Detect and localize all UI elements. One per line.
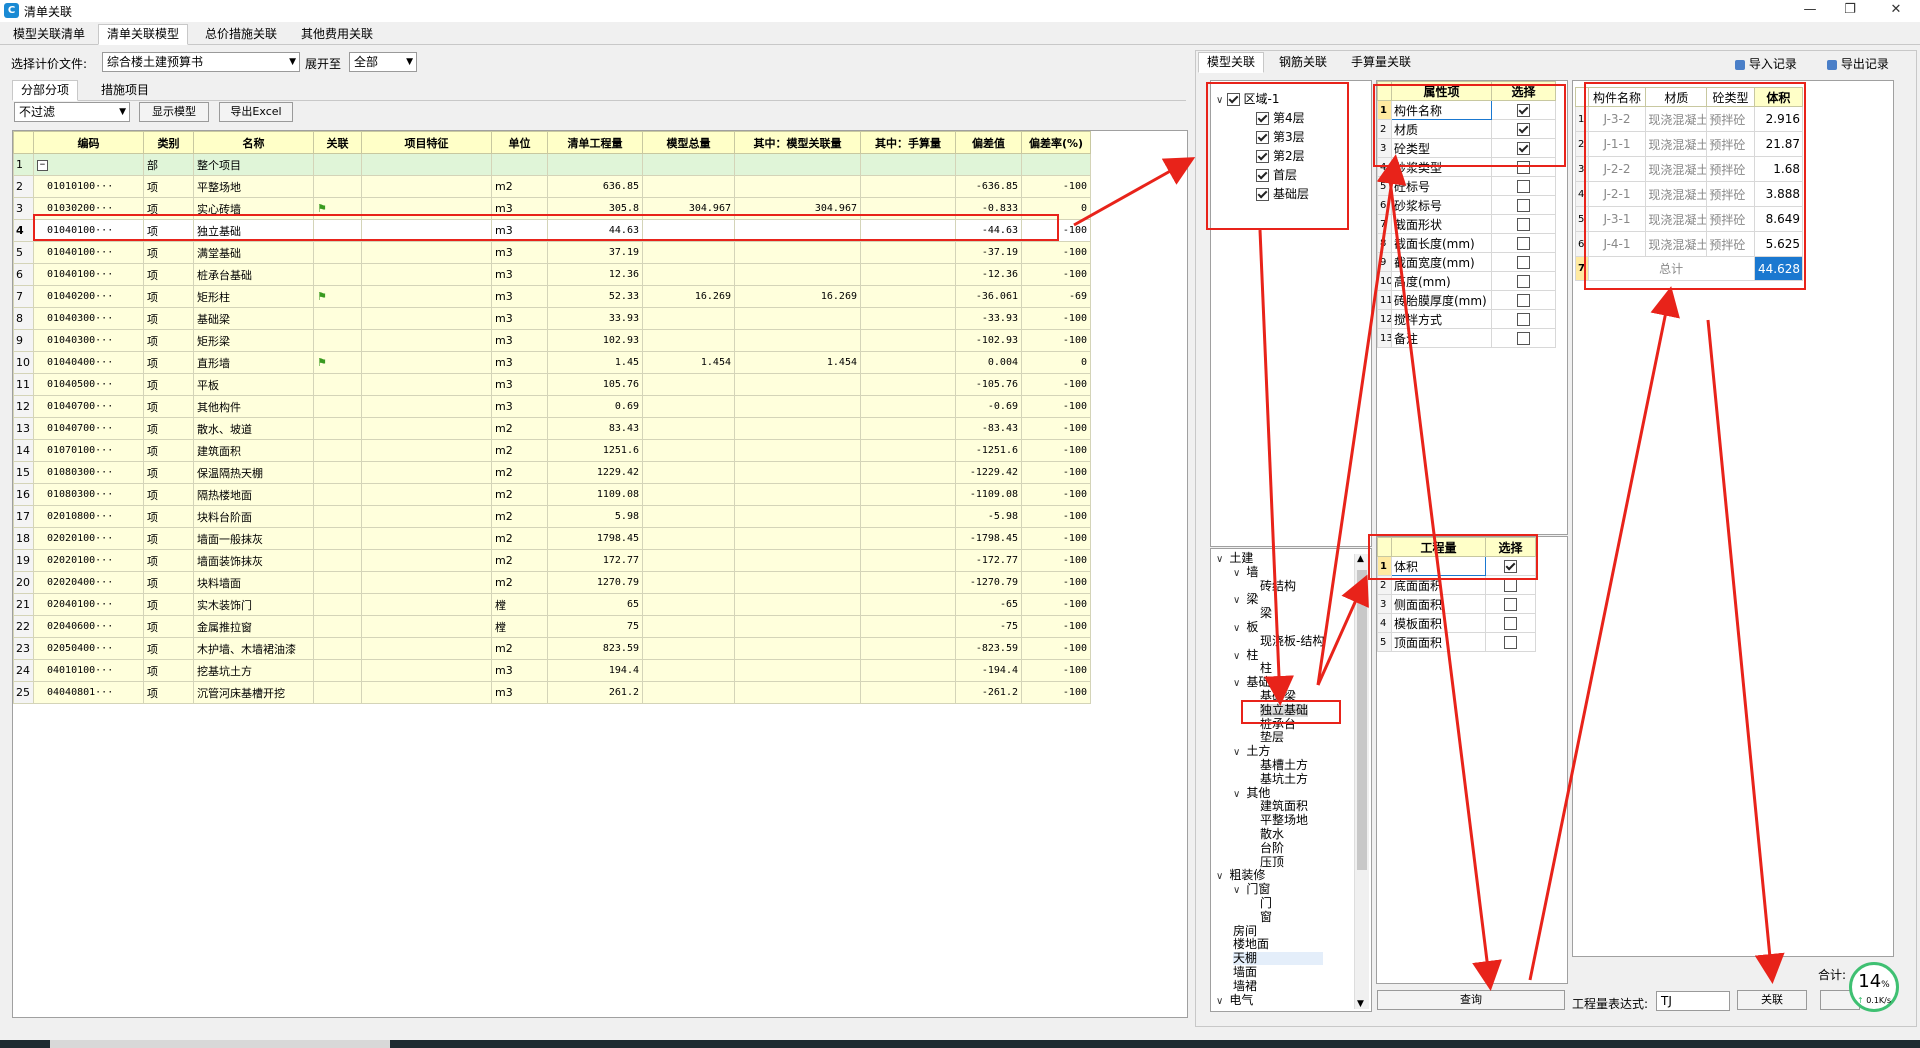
arrow-row-to-floor — [1073, 157, 1196, 227]
arrow-attr-to-query — [1388, 179, 1502, 991]
arrow-floor-to-tree — [1258, 229, 1294, 706]
arrow-query-to-result — [1528, 286, 1680, 981]
arrow-tree-to-attr — [1316, 154, 1407, 686]
annotation-arrows — [1073, 154, 1785, 991]
arrow-result-to-link — [1706, 319, 1785, 984]
